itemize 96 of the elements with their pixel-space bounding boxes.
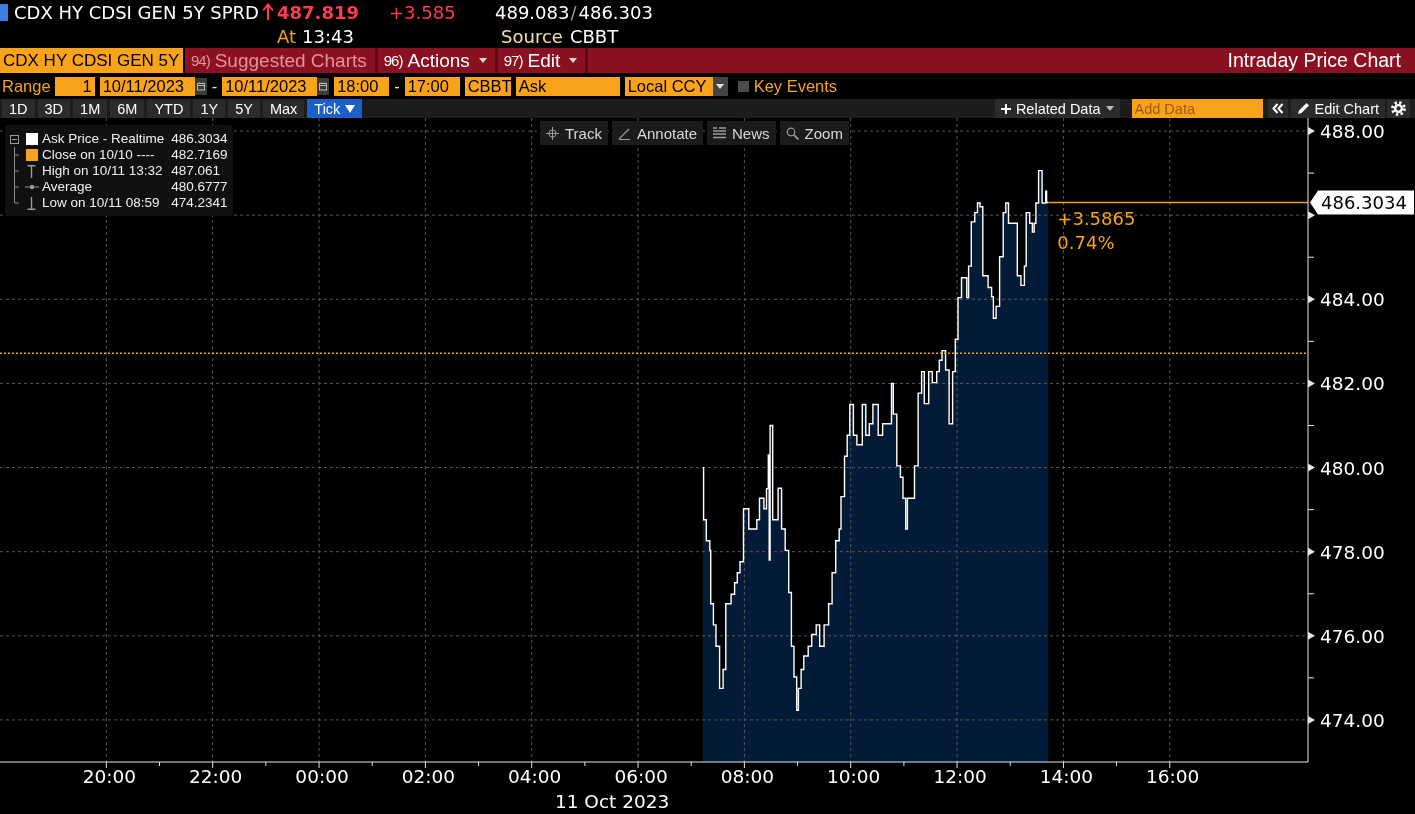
collapse-icon[interactable] xyxy=(10,134,19,144)
currency-dropdown[interactable]: Local CCY xyxy=(624,76,728,96)
legend-label: Close on 10/10 ---- xyxy=(42,147,156,163)
news-tool-button[interactable]: News xyxy=(707,121,776,145)
news-icon xyxy=(713,127,726,139)
y-axis-label: 488.00 xyxy=(1320,121,1385,143)
crosshair-icon xyxy=(546,126,559,140)
period-tab[interactable]: 1Y xyxy=(193,99,226,118)
last-price-tag: 486.3034 xyxy=(1310,190,1414,215)
caret-icon xyxy=(716,83,725,89)
plus-icon xyxy=(1000,103,1011,114)
related-data-button[interactable]: Related Data xyxy=(994,99,1120,118)
edit-chart-button[interactable]: Edit Chart xyxy=(1290,99,1385,118)
y-axis-label: 484.00 xyxy=(1320,289,1385,311)
zoom-tool-button[interactable]: Zoom xyxy=(779,121,849,145)
caret-icon xyxy=(569,58,578,63)
legend-value: 486.3034 xyxy=(170,131,228,147)
security-name: CDX HY CDSI GEN 5Y SPRD xyxy=(14,1,260,23)
period-tab[interactable]: 5Y xyxy=(228,99,260,118)
range-separator: - xyxy=(394,76,400,96)
annotate-tool-button[interactable]: Annotate xyxy=(611,121,703,145)
x-axis-label: 22:00 xyxy=(189,766,243,787)
time-value: 13:43 xyxy=(302,25,355,47)
time-field[interactable]: 17:00 xyxy=(404,76,460,96)
range-separator: - xyxy=(211,76,218,96)
legend-value: 487.061 xyxy=(170,163,222,179)
input-field[interactable]: CBBT xyxy=(464,76,511,96)
x-axis-label: 00:00 xyxy=(295,766,349,787)
y-axis-label: 476.00 xyxy=(1320,625,1385,647)
legend-value: 482.7169 xyxy=(170,147,228,163)
source-value: CBBT xyxy=(569,25,619,47)
page-title: Intraday Price Chart xyxy=(1227,48,1402,73)
period-tab[interactable]: 3D xyxy=(37,99,71,118)
price-separator: / xyxy=(570,1,577,23)
caret-icon xyxy=(345,104,356,113)
ask-price: 486.303 xyxy=(578,1,653,23)
date-label: 11 Oct 2023 xyxy=(554,791,670,812)
count-field[interactable]: 1 xyxy=(54,76,95,96)
time-label: At xyxy=(277,25,297,47)
security-field[interactable]: CDX HY CDSI GEN 5Y xyxy=(0,48,183,73)
settings-button[interactable] xyxy=(1387,99,1410,118)
key-events-checkbox[interactable] xyxy=(737,80,749,92)
legend-label: Ask Price - Realtime xyxy=(42,131,165,147)
security-marker-icon xyxy=(0,3,8,21)
gear-icon xyxy=(1391,101,1406,116)
y-axis-label: 482.00 xyxy=(1320,373,1385,395)
date-field[interactable]: 10/11/2023 xyxy=(222,76,318,96)
x-axis-label: 04:00 xyxy=(508,766,562,787)
y-axis-label: 474.00 xyxy=(1320,709,1385,731)
legend-label: Average xyxy=(42,179,94,195)
x-axis-label: 12:00 xyxy=(933,766,987,787)
change-annotation: +3.5865 xyxy=(1057,207,1136,229)
average-marker-icon xyxy=(24,184,39,190)
double-chevron-left-icon xyxy=(1271,103,1284,114)
calendar-icon[interactable] xyxy=(317,77,330,95)
x-axis-label: 08:00 xyxy=(720,766,775,787)
x-axis-label: 10:00 xyxy=(827,766,881,787)
date-field[interactable]: 10/11/2023 xyxy=(99,76,195,96)
period-tab[interactable]: Max xyxy=(262,99,305,118)
x-axis-label: 20:00 xyxy=(82,766,136,787)
track-tool-button[interactable]: Track xyxy=(540,121,608,145)
period-tab[interactable]: 6M xyxy=(110,99,145,118)
time-field[interactable]: 18:00 xyxy=(334,76,390,96)
caret-icon xyxy=(1105,106,1114,111)
legend-value: 480.6777 xyxy=(170,179,228,195)
legend-value: 474.2341 xyxy=(170,195,228,211)
last-price: 487.819 xyxy=(277,1,360,23)
pencil-icon xyxy=(1296,102,1310,115)
y-axis-label: 478.00 xyxy=(1320,541,1385,563)
bid-price: 489.083 xyxy=(495,1,570,23)
range-label: Range xyxy=(2,76,51,96)
period-tab[interactable]: Tick xyxy=(307,99,363,118)
period-tab[interactable]: 1M xyxy=(73,99,108,118)
add-data-field[interactable]: Add Data xyxy=(1131,99,1263,118)
period-tab[interactable]: YTD xyxy=(147,99,191,118)
ref-line-label: 486.3034 xyxy=(1321,191,1407,213)
caret-icon xyxy=(478,58,487,63)
high-marker-icon xyxy=(27,164,36,178)
key-events-label: Key Events xyxy=(753,76,838,96)
x-axis-label: 16:00 xyxy=(1146,766,1200,787)
x-axis-label: 06:00 xyxy=(614,766,668,787)
y-axis-label: 480.00 xyxy=(1320,457,1385,479)
price-change: +3.585 xyxy=(389,1,457,23)
legend-label: Low on 10/11 08:59 xyxy=(42,195,161,211)
change-annotation: 0.74% xyxy=(1057,231,1115,253)
search-icon xyxy=(785,126,799,140)
collapse-button[interactable] xyxy=(1267,99,1288,118)
low-marker-icon xyxy=(27,196,36,210)
up-arrow-icon xyxy=(262,3,274,21)
source-label: Source xyxy=(501,25,563,47)
angle-icon xyxy=(617,126,631,140)
legend-label: High on 10/11 13:32 xyxy=(42,163,164,179)
x-axis-label: 02:00 xyxy=(401,766,456,787)
x-axis-label: 14:00 xyxy=(1039,766,1094,787)
input-field[interactable]: Ask xyxy=(515,76,620,96)
period-tab[interactable]: 1D xyxy=(2,99,35,118)
